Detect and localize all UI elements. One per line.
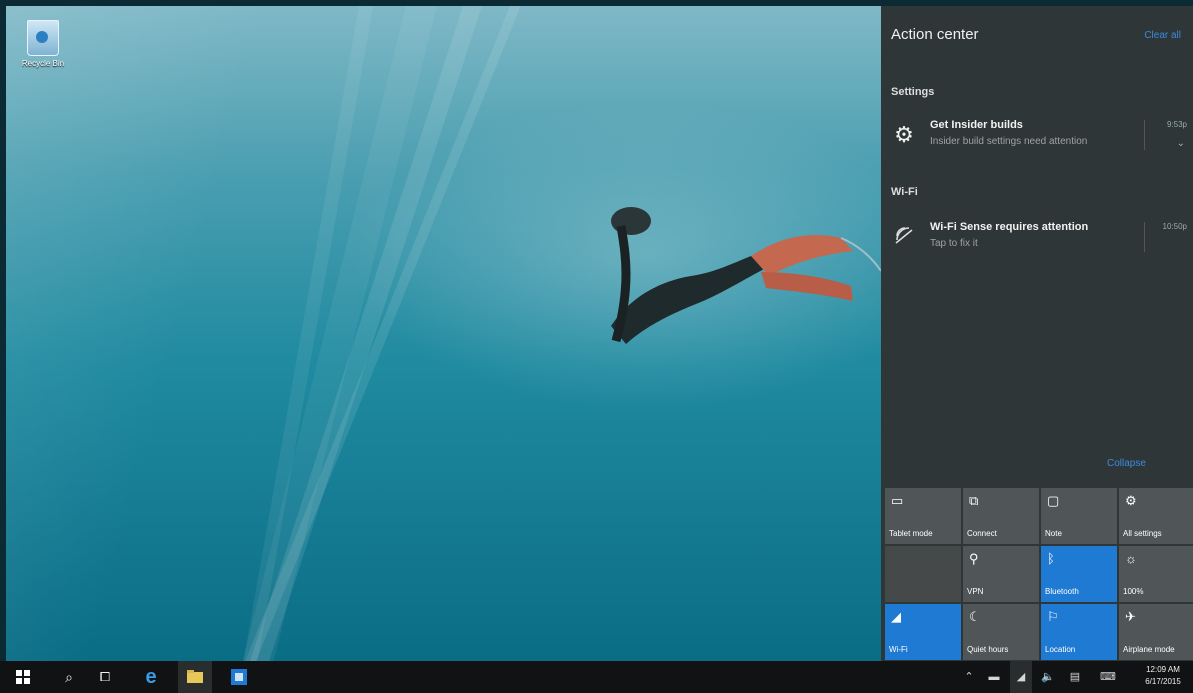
chevron-up-icon[interactable]: ⌃ (962, 661, 976, 693)
divider (1144, 222, 1145, 252)
quick-action-quiet-hours[interactable]: ☾ Quiet hours (963, 604, 1039, 660)
quick-action-vpn[interactable]: ⚲ VPN (963, 546, 1039, 602)
tablet-icon: ▭ (891, 493, 904, 508)
network-tray-icon[interactable]: ▬ (986, 661, 1002, 693)
wifi-icon: ◢ (891, 609, 901, 624)
connect-icon: ⧉ (969, 493, 979, 508)
notification-time: 9:53p (1166, 120, 1187, 129)
action-center-panel: Action center Clear all Settings ⚙ Get I… (881, 6, 1193, 661)
clear-all-link[interactable]: Clear all (1144, 30, 1181, 41)
notification-title: Wi-Fi Sense requires attention (930, 221, 1089, 233)
note-icon: ▢ (1047, 493, 1060, 508)
quick-action-location[interactable]: ⚐ Location (1041, 604, 1117, 660)
chevron-down-icon[interactable]: ⌄ (1177, 138, 1185, 149)
folder-icon (187, 670, 203, 684)
notification-body: Insider build settings need attention (930, 136, 1088, 147)
recycle-bin-icon (27, 20, 59, 56)
moon-icon: ☾ (969, 609, 981, 624)
quick-action-label: All settings (1123, 529, 1162, 538)
quick-action-airplane-mode[interactable]: ✈ Airplane mode (1119, 604, 1193, 660)
quick-action-disabled (885, 546, 961, 602)
quick-action-wifi[interactable]: ◢ Wi-Fi (885, 604, 961, 660)
clock-date: 6/17/2015 (1145, 677, 1181, 686)
diver-image (611, 207, 881, 344)
gear-icon: ⚙ (894, 122, 914, 147)
quick-action-label: Tablet mode (889, 529, 933, 538)
quick-action-label: Note (1045, 529, 1062, 538)
quick-action-label: Wi-Fi (889, 645, 908, 654)
quick-action-note[interactable]: ▢ Note (1041, 488, 1117, 544)
quick-action-label: 100% (1123, 587, 1144, 596)
quick-action-label: Quiet hours (967, 645, 1009, 654)
group-header-wifi[interactable]: Wi-Fi (891, 186, 918, 198)
quick-action-tablet-mode[interactable]: ▭ Tablet mode (885, 488, 961, 544)
taskbar: ⌕ ⧠ e ⌃ ▬ ◢ 🔈 ▤ ⌨ 12:09 AM 6/17/2015 (0, 661, 1193, 693)
notification-time: 10:50p (1162, 222, 1187, 231)
brightness-icon: ☼ (1125, 551, 1137, 566)
edge-browser-button[interactable]: e (136, 661, 166, 693)
task-view-icon: ⧠ (99, 669, 111, 684)
quick-action-label: Airplane mode (1123, 645, 1175, 654)
quick-action-connect[interactable]: ⧉ Connect (963, 488, 1039, 544)
divider (1144, 120, 1145, 150)
quick-actions-grid: ▭ Tablet mode ⧉ Connect ▢ Note ⚙ All setting… (885, 488, 1193, 660)
quick-action-label: Location (1045, 645, 1076, 654)
recycle-bin-label: Recycle Bin (21, 59, 65, 68)
quick-action-bluetooth[interactable]: ᛒ Bluetooth (1041, 546, 1117, 602)
quick-action-all-settings[interactable]: ⚙ All settings (1119, 488, 1193, 544)
taskbar-clock[interactable]: 12:09 AM 6/17/2015 (1134, 664, 1192, 688)
search-icon: ⌕ (65, 669, 73, 685)
airplane-icon: ✈ (1125, 609, 1136, 624)
action-center-title: Action center (891, 26, 979, 43)
location-icon: ⚐ (1047, 609, 1059, 624)
bluetooth-icon: ᛒ (1047, 551, 1055, 566)
wifi-tray-icon[interactable]: ◢ (1010, 661, 1032, 693)
wifi-icon (891, 224, 917, 250)
start-button[interactable] (8, 661, 38, 693)
desktop-wallpaper: Recycle Bin (6, 6, 881, 661)
quick-action-brightness[interactable]: ☼ 100% (1119, 546, 1193, 602)
edge-icon: e (145, 666, 157, 688)
search-button[interactable]: ⌕ (54, 661, 84, 693)
keyboard-icon[interactable]: ⌨ (1094, 661, 1122, 693)
windows-logo-icon (16, 669, 30, 684)
recycle-bin-shortcut[interactable]: Recycle Bin (18, 20, 68, 68)
settings-icon: ⚙ (1125, 493, 1137, 508)
notification-body: Tap to fix it (930, 238, 978, 249)
clock-time: 12:09 AM (1146, 665, 1180, 674)
store-icon (231, 668, 247, 685)
notification-wifi-sense[interactable]: Wi-Fi Sense requires attention Tap to fi… (891, 218, 1187, 264)
vpn-icon: ⚲ (969, 551, 979, 566)
quick-action-label: Connect (967, 529, 997, 538)
file-explorer-button[interactable] (178, 661, 212, 693)
action-center-icon[interactable]: ▤ (1066, 661, 1084, 693)
store-button[interactable] (224, 661, 254, 693)
notification-title: Get Insider builds (930, 119, 1023, 131)
volume-icon[interactable]: 🔈 (1040, 661, 1056, 693)
quick-action-label: Bluetooth (1045, 587, 1079, 596)
quick-action-label: VPN (967, 587, 984, 596)
collapse-link[interactable]: Collapse (1107, 458, 1146, 469)
notification-insider-builds[interactable]: ⚙ Get Insider builds Insider build setti… (891, 116, 1187, 162)
group-header-settings[interactable]: Settings (891, 86, 934, 98)
task-view-button[interactable]: ⧠ (90, 661, 120, 693)
